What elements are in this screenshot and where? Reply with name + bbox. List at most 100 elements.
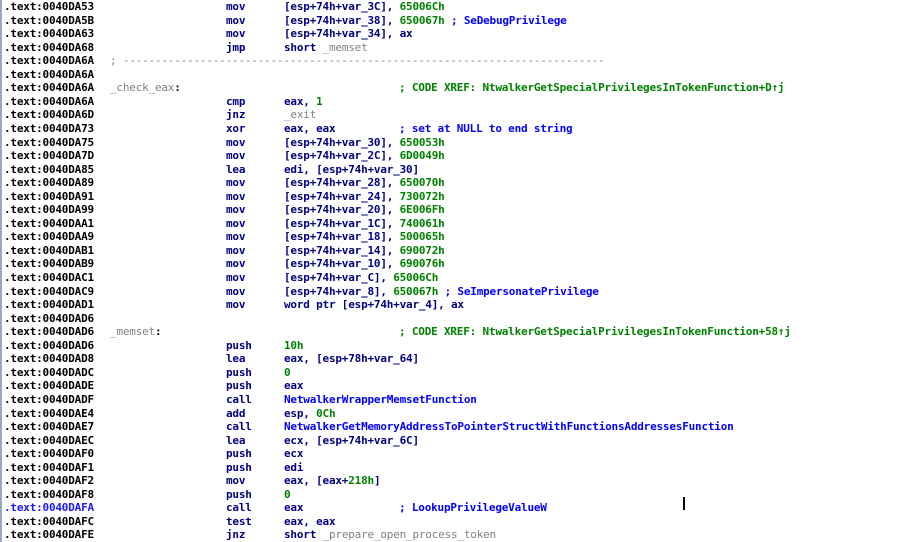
disasm-line[interactable]: .text:0040DA73 xor eax, eax ; set at NULL t… xyxy=(2,122,902,136)
line-address[interactable]: .text:0040DAE7 xyxy=(4,420,94,434)
line-address[interactable]: .text:0040DAF2 xyxy=(4,474,94,488)
disasm-line[interactable]: .text:0040DA89 mov [esp+74h+var_28], 65007… xyxy=(2,176,902,190)
instruction-operands: eax xyxy=(284,501,303,515)
line-address[interactable]: .text:0040DAB9 xyxy=(4,257,94,271)
xref-comment[interactable]: ; CODE XREF: NtwalkerGetSpecialPrivilege… xyxy=(399,81,785,95)
operand-label-ref[interactable]: _exit xyxy=(284,108,316,121)
instruction-mnemonic: mov xyxy=(226,0,246,13)
line-address[interactable]: .text:0040DAD8 xyxy=(4,352,94,366)
line-address[interactable]: .text:0040DA89 xyxy=(4,176,94,190)
line-address[interactable]: .text:0040DA73 xyxy=(4,122,94,136)
disasm-line[interactable]: .text:0040DAA9 mov [esp+74h+var_18], 50006… xyxy=(2,230,902,244)
instruction-mnemonic: mov xyxy=(226,27,246,41)
disasm-line[interactable]: .text:0040DAD6 push 10h xyxy=(2,339,902,353)
disasm-line[interactable]: .text:0040DA6D jnz _exit xyxy=(2,108,902,122)
code-label[interactable]: _memset: xyxy=(110,325,162,339)
line-address[interactable]: .text:0040DAEC xyxy=(4,434,94,448)
disasm-line[interactable]: .text:0040DA91 mov [esp+74h+var_24], 73007… xyxy=(2,190,902,204)
disasm-line[interactable]: .text:0040DAD6 xyxy=(2,312,902,326)
disasm-line[interactable]: .text:0040DAFC test eax, eax xyxy=(2,515,902,529)
line-address[interactable]: .text:0040DAF1 xyxy=(4,461,94,475)
disasm-line[interactable]: .text:0040DA6A cmp eax, 1 xyxy=(2,95,902,109)
operand-text: [esp+74h+var_34], ax xyxy=(284,27,413,41)
line-address[interactable]: .text:0040DA75 xyxy=(4,136,94,150)
line-address[interactable]: .text:0040DA6A xyxy=(4,95,94,109)
code-label[interactable]: _check_eax: xyxy=(110,81,181,95)
xref-comment[interactable]: ; CODE XREF: NtwalkerGetSpecialPrivilege… xyxy=(399,325,791,339)
operand-symbol[interactable]: NetwalkerWrapperMemsetFunction xyxy=(284,393,477,406)
line-address[interactable]: .text:0040DAFC xyxy=(4,515,94,529)
line-address[interactable]: .text:0040DA91 xyxy=(4,190,94,204)
operand-label-ref[interactable]: _memset xyxy=(323,41,368,54)
disasm-line[interactable]: .text:0040DAF1 push edi xyxy=(2,461,902,475)
line-address[interactable]: .text:0040DAD6 xyxy=(4,325,94,339)
disasm-line[interactable]: .text:0040DA7D mov [esp+74h+var_2C], 6D004… xyxy=(2,149,902,163)
line-address[interactable]: .text:0040DA5B xyxy=(4,14,94,28)
operand-symbol[interactable]: NetwalkerGetMemoryAddressToPointerStruct… xyxy=(284,420,734,433)
disasm-line[interactable]: .text:0040DA6A ; ------------------------… xyxy=(2,54,902,68)
disasm-line[interactable]: .text:0040DA53 mov [esp+74h+var_3C], 65006… xyxy=(2,0,902,14)
line-address[interactable]: .text:0040DAA1 xyxy=(4,217,94,231)
line-address[interactable]: .text:0040DAFA xyxy=(4,501,94,515)
disasm-line[interactable]: .text:0040DA6A _check_eax: ; CODE XREF: Nt… xyxy=(2,81,902,95)
line-address[interactable]: .text:0040DADC xyxy=(4,366,94,380)
operand-symbol[interactable]: ; SeDebugPrivilege xyxy=(445,14,567,27)
line-address[interactable]: .text:0040DAC9 xyxy=(4,285,94,299)
operand-symbol[interactable]: ; SeImpersonatePrivilege xyxy=(438,285,599,298)
disasm-line[interactable]: .text:0040DA75 mov [esp+74h+var_30], 65005… xyxy=(2,136,902,150)
line-address[interactable]: .text:0040DA7D xyxy=(4,149,94,163)
line-address[interactable]: .text:0040DA68 xyxy=(4,41,94,55)
line-address[interactable]: .text:0040DA85 xyxy=(4,163,94,177)
line-address[interactable]: .text:0040DA6A xyxy=(4,81,94,95)
line-address[interactable]: .text:0040DAD6 xyxy=(4,312,94,326)
line-address[interactable]: .text:0040DAE4 xyxy=(4,407,94,421)
line-address[interactable]: .text:0040DA6D xyxy=(4,108,94,122)
disasm-line[interactable]: .text:0040DADC push 0 xyxy=(2,366,902,380)
line-address[interactable]: .text:0040DAD6 xyxy=(4,339,94,353)
disasm-line[interactable]: .text:0040DAFA call eax ; LookupPrivilegeVa… xyxy=(2,501,902,515)
line-address[interactable]: .text:0040DAC1 xyxy=(4,271,94,285)
line-address[interactable]: .text:0040DADE xyxy=(4,379,94,393)
disassembly-view[interactable]: .text:0040DA53 mov [esp+74h+var_3C], 65006… xyxy=(0,0,902,542)
disasm-line[interactable]: .text:0040DAD6 _memset: ; CODE XREF: Ntwal… xyxy=(2,325,902,339)
line-address[interactable]: .text:0040DAB1 xyxy=(4,244,94,258)
disasm-line[interactable]: .text:0040DAA1 mov [esp+74h+var_1C], 74006… xyxy=(2,217,902,231)
disasm-line[interactable]: .text:0040DAB1 mov [esp+74h+var_14], 69007… xyxy=(2,244,902,258)
disasm-line[interactable]: .text:0040DAE4 add esp, 0Ch xyxy=(2,407,902,421)
operand-label-ref[interactable]: _prepare_open_process_token xyxy=(323,528,497,541)
line-address[interactable]: .text:0040DA6A xyxy=(4,54,94,68)
disasm-line[interactable]: .text:0040DA6A xyxy=(2,68,902,82)
line-address[interactable]: .text:0040DADF xyxy=(4,393,94,407)
disasm-line[interactable]: .text:0040DA63 mov [esp+74h+var_34], ax xyxy=(2,27,902,41)
disasm-line[interactable]: .text:0040DADE push eax xyxy=(2,379,902,393)
line-address[interactable]: .text:0040DAFE xyxy=(4,528,94,542)
disasm-line[interactable]: .text:0040DAC1 mov [esp+74h+var_C], 65006C… xyxy=(2,271,902,285)
line-address[interactable]: .text:0040DA6A xyxy=(4,68,94,82)
line-address[interactable]: .text:0040DAF0 xyxy=(4,447,94,461)
disasm-line[interactable]: .text:0040DA68 jmp short _memset xyxy=(2,41,902,55)
disasm-line[interactable]: .text:0040DAF2 mov eax, [eax+218h] xyxy=(2,474,902,488)
line-comment: ; set at NULL to end string xyxy=(399,121,573,135)
label-name[interactable]: _memset xyxy=(110,325,155,338)
line-address[interactable]: .text:0040DA99 xyxy=(4,203,94,217)
disasm-line[interactable]: .text:0040DADF call NetwalkerWrapperMemset… xyxy=(2,393,902,407)
disasm-line[interactable]: .text:0040DA5B mov [esp+74h+var_38], 65006… xyxy=(2,14,902,28)
disasm-line[interactable]: .text:0040DAE7 call NetwalkerGetMemoryAddr… xyxy=(2,420,902,434)
line-address[interactable]: .text:0040DAA9 xyxy=(4,230,94,244)
disasm-line[interactable]: .text:0040DAD1 mov word ptr [esp+74h+var_4… xyxy=(2,298,902,312)
label-name[interactable]: _check_eax xyxy=(110,81,174,94)
disasm-line[interactable]: .text:0040DAF0 push ecx xyxy=(2,447,902,461)
line-address[interactable]: .text:0040DA63 xyxy=(4,27,94,41)
disasm-line[interactable]: .text:0040DA99 mov [esp+74h+var_20], 6E006… xyxy=(2,203,902,217)
line-address[interactable]: .text:0040DAF8 xyxy=(4,488,94,502)
disasm-line[interactable]: .text:0040DAC9 mov [esp+74h+var_8], 650067… xyxy=(2,285,902,299)
disasm-line[interactable]: .text:0040DAF8 push 0 xyxy=(2,488,902,502)
operand-text: edi, [esp+74h+var_30] xyxy=(284,162,419,176)
disasm-line[interactable]: .text:0040DAD8 lea eax, [esp+78h+var_64] xyxy=(2,352,902,366)
line-address[interactable]: .text:0040DAD1 xyxy=(4,298,94,312)
disasm-line[interactable]: .text:0040DAEC lea ecx, [esp+74h+var_6C] xyxy=(2,434,902,448)
disasm-line[interactable]: .text:0040DA85 lea edi, [esp+74h+var_30] xyxy=(2,163,902,177)
disasm-line[interactable]: .text:0040DAB9 mov [esp+74h+var_10], 69007… xyxy=(2,257,902,271)
disasm-line[interactable]: .text:0040DAFE jnz short _prepare_open_pro… xyxy=(2,528,902,542)
line-address[interactable]: .text:0040DA53 xyxy=(4,0,94,14)
